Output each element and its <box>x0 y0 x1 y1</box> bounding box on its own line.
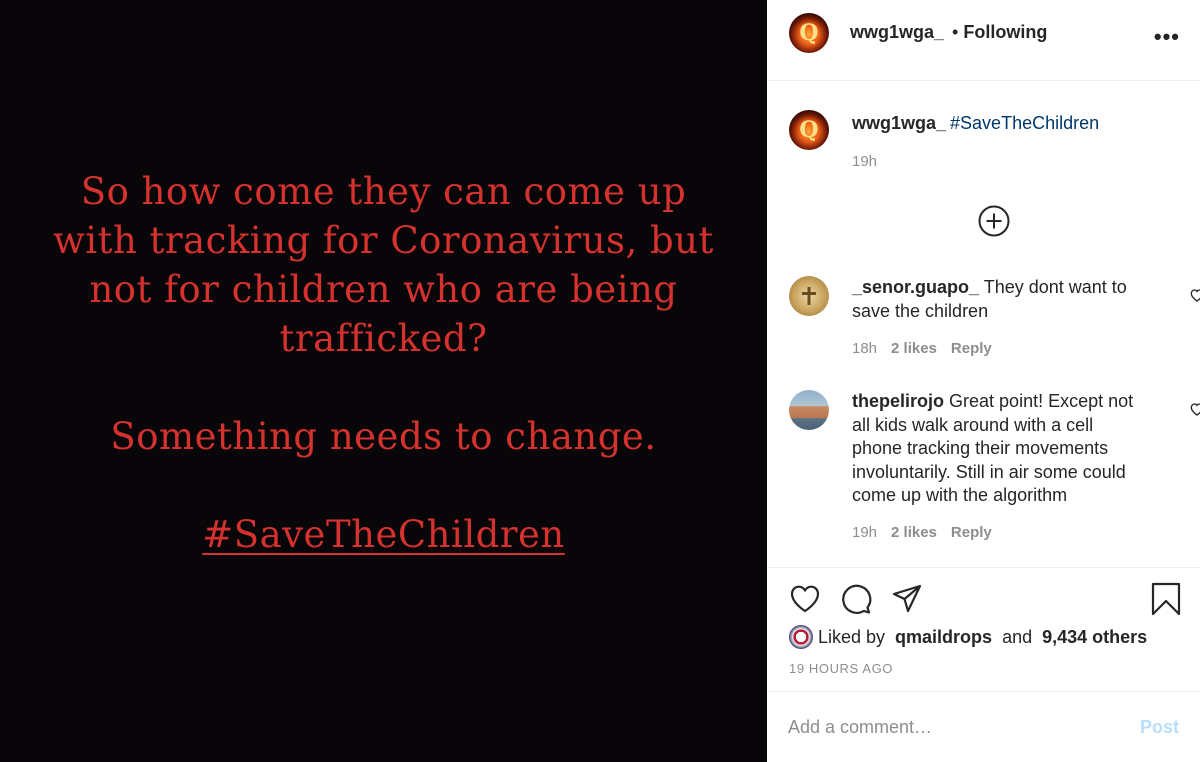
liker-avatar[interactable] <box>789 625 813 649</box>
cross-icon <box>802 287 816 305</box>
likes-prefix: Liked by <box>818 626 886 647</box>
more-icon: ••• <box>1153 24 1180 49</box>
caption-avatar[interactable]: Q <box>789 110 829 150</box>
caption-hashtag[interactable]: #SaveTheChildren <box>950 113 1099 133</box>
likes-conjunction: and <box>1002 626 1033 647</box>
more-options-button[interactable]: ••• <box>1154 24 1180 50</box>
comment-likes[interactable]: 2 likes <box>891 340 937 357</box>
bookmark-icon[interactable] <box>1150 582 1182 616</box>
comment-body: _senor.guapo_ They dont want to save the… <box>852 276 1147 323</box>
post-image[interactable]: So how come they can come up with tracki… <box>0 0 767 762</box>
post-button[interactable]: Post <box>1140 717 1179 738</box>
post-header: Q wwg1wga_ • Following <box>767 0 1200 81</box>
heart-icon[interactable] <box>789 583 821 615</box>
add-comment-bar: Post <box>767 691 1200 762</box>
q-logo-icon: Q <box>799 117 819 143</box>
author-username[interactable]: wwg1wga_ <box>850 22 944 43</box>
comment-time[interactable]: 19h <box>852 524 877 541</box>
comment-meta: 18h 2 likes Reply <box>852 340 992 357</box>
post-side-panel: Q wwg1wga_ • Following ••• Q wwg1wga_ #Sa… <box>767 0 1200 762</box>
comment-body: thepelirojo Great point! Except not all … <box>852 390 1147 508</box>
comment-item: _senor.guapo_ They dont want to save the… <box>789 276 1200 357</box>
add-circle-icon[interactable] <box>978 205 1010 237</box>
heart-icon[interactable] <box>1189 287 1200 303</box>
post-timestamp[interactable]: 19 HOURS AGO <box>789 661 893 676</box>
comment-username[interactable]: _senor.guapo_ <box>852 277 979 297</box>
comment-likes[interactable]: 2 likes <box>891 524 937 541</box>
caption-username[interactable]: wwg1wga_ <box>852 113 946 133</box>
commenter-avatar[interactable] <box>789 390 829 430</box>
caption-text: wwg1wga_ #SaveTheChildren <box>852 113 1099 150</box>
likes-summary: Liked by qmaildrops and 9,434 others <box>789 625 1147 649</box>
comment-meta: 19h 2 likes Reply <box>852 524 992 541</box>
heart-icon[interactable] <box>1189 401 1200 417</box>
actions-divider <box>767 567 1200 568</box>
caption-time[interactable]: 19h <box>852 153 877 170</box>
comment-input[interactable] <box>788 716 1128 738</box>
q-logo-icon: Q <box>799 20 819 46</box>
image-text-hashtag: #SaveTheChildren <box>202 513 565 556</box>
reply-button[interactable]: Reply <box>951 524 992 541</box>
comment-item: thepelirojo Great point! Except not all … <box>789 390 1200 541</box>
liker-username[interactable]: qmaildrops <box>895 627 992 648</box>
comment-icon[interactable] <box>840 583 872 615</box>
image-text-question: So how come they can come up with tracki… <box>53 170 714 360</box>
share-icon[interactable] <box>891 583 923 615</box>
comment-username[interactable]: thepelirojo <box>852 391 944 411</box>
reply-button[interactable]: Reply <box>951 340 992 357</box>
following-button[interactable]: Following <box>963 22 1047 43</box>
action-buttons <box>789 583 923 615</box>
author-avatar[interactable]: Q <box>789 13 829 53</box>
header-separator: • <box>952 21 959 42</box>
image-text-statement: Something needs to change. <box>110 415 657 458</box>
commenter-avatar[interactable] <box>789 276 829 316</box>
comment-time[interactable]: 18h <box>852 340 877 357</box>
likes-count[interactable]: 9,434 others <box>1042 627 1147 648</box>
caption: Q wwg1wga_ #SaveTheChildren <box>789 110 1099 150</box>
